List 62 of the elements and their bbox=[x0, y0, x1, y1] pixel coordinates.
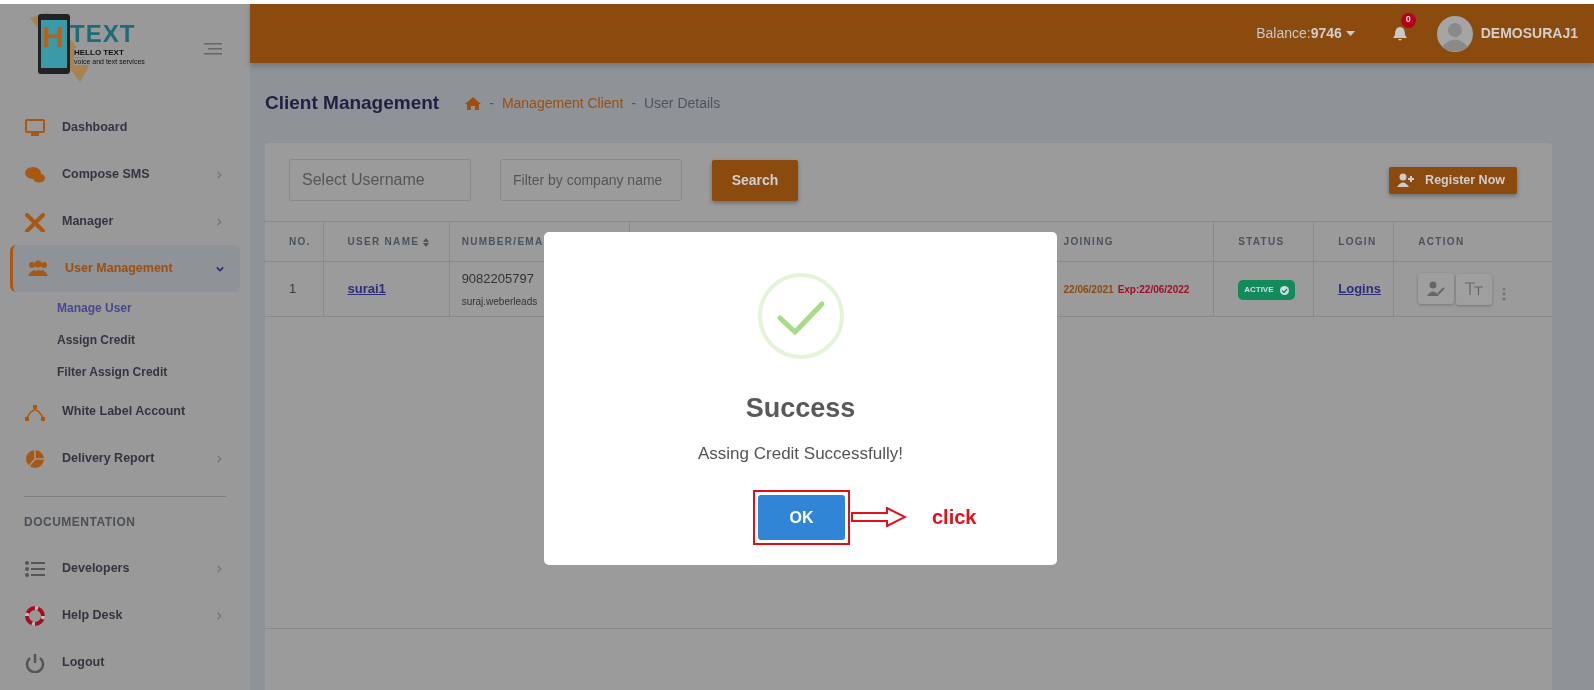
username-link[interactable]: surai1 bbox=[347, 281, 386, 297]
text-size-icon bbox=[1464, 282, 1485, 297]
sidebar-item[interactable]: Delivery Report bbox=[10, 435, 240, 482]
dialog-title: Success bbox=[745, 392, 856, 425]
breadcrumb-separator: - bbox=[489, 93, 494, 113]
column-header: LOGIN bbox=[1313, 221, 1394, 262]
pie-chart-icon bbox=[24, 448, 46, 469]
search-button[interactable]: Search bbox=[712, 159, 798, 201]
add-user-icon bbox=[1397, 173, 1416, 187]
sidebar-item[interactable]: Manager bbox=[10, 198, 240, 245]
monitor-icon bbox=[24, 117, 46, 138]
caret-icon bbox=[1345, 31, 1355, 38]
sidebar-item[interactable]: Compose SMS bbox=[10, 151, 240, 198]
submenu-item[interactable]: Assign Credit bbox=[10, 324, 240, 356]
logo-tagline: HELLO TEXT bbox=[74, 48, 124, 57]
logo-letter: H bbox=[42, 20, 64, 54]
login-link[interactable]: Logins bbox=[1338, 281, 1381, 297]
table-cell: 1 bbox=[265, 261, 324, 317]
sort-icon[interactable] bbox=[423, 237, 430, 247]
join-date: 22/06/2021 bbox=[1063, 284, 1114, 296]
submenu-item[interactable]: Manage User bbox=[10, 292, 240, 324]
dialog-message: Assing Credit Successfully! bbox=[698, 442, 903, 465]
expiry-date: Exp:22/06/2022 bbox=[1117, 284, 1190, 296]
username-label[interactable]: DEMOSURAJ1 bbox=[1480, 23, 1578, 44]
tools-icon bbox=[24, 211, 46, 232]
page-title: Client Management bbox=[265, 91, 440, 115]
avatar bbox=[1436, 15, 1473, 52]
column-header: NO. bbox=[265, 221, 324, 262]
user-edit-icon bbox=[1427, 281, 1446, 297]
username-select[interactable]: Select Username bbox=[289, 159, 471, 201]
notification-badge: 0 bbox=[1400, 12, 1416, 28]
section-heading: DOCUMENTATION bbox=[23, 514, 137, 531]
status-badge: ACTIVE bbox=[1238, 280, 1295, 300]
home-icon bbox=[465, 96, 482, 110]
sidebar-item[interactable]: Logout bbox=[10, 639, 240, 686]
balance-dropdown[interactable]: Balance:9746 bbox=[1256, 23, 1355, 44]
logo-text: TEXT bbox=[70, 20, 136, 48]
breadcrumb-item: User Details bbox=[643, 93, 721, 113]
bell-icon bbox=[1392, 26, 1407, 43]
edit-user-button[interactable] bbox=[1418, 273, 1455, 305]
users-icon bbox=[27, 258, 49, 279]
submenu-item[interactable]: Filter Assign Credit bbox=[10, 356, 240, 388]
sidebar-item[interactable]: Developers bbox=[10, 545, 240, 592]
chat-icon bbox=[24, 164, 46, 185]
power-icon bbox=[24, 652, 46, 673]
sidebar-item[interactable]: Dashboard bbox=[10, 104, 240, 151]
column-header: STATUS bbox=[1213, 221, 1314, 262]
annotation-label: click bbox=[932, 505, 977, 530]
breadcrumb-separator: - bbox=[631, 93, 636, 113]
sidebar-item[interactable]: Help Desk bbox=[10, 592, 240, 639]
column-header[interactable]: USER NAME bbox=[323, 221, 450, 262]
text-size-button[interactable] bbox=[1456, 273, 1493, 305]
list-icon bbox=[24, 558, 46, 579]
lifebuoy-icon bbox=[24, 605, 46, 626]
company-filter-field[interactable]: Filter by company name bbox=[500, 159, 682, 201]
email-address: suraj.weberleads bbox=[461, 295, 539, 310]
column-header: ACTION bbox=[1393, 221, 1552, 262]
success-check-icon bbox=[756, 272, 845, 360]
register-button[interactable]: Register Now bbox=[1389, 166, 1517, 194]
sidebar-item[interactable]: White Label Account bbox=[10, 388, 240, 435]
ok-button[interactable]: OK bbox=[758, 495, 845, 540]
phone-number: 9082205797 bbox=[461, 269, 535, 288]
